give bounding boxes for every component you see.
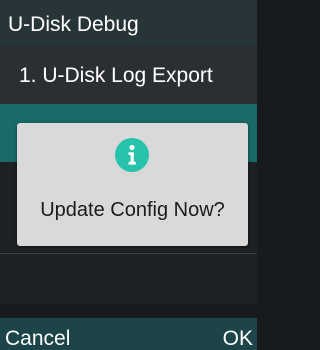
- info-icon: [115, 138, 149, 172]
- ok-button[interactable]: OK: [223, 327, 253, 350]
- confirm-dialog: Update Config Now?: [17, 123, 248, 246]
- softkey-bar: Cancel OK: [0, 318, 257, 350]
- title-bar: U-Disk Debug: [0, 0, 257, 46]
- menu-item-u-disk-log-export[interactable]: 1. U-Disk Log Export: [0, 46, 257, 104]
- menu-item-label: 1. U-Disk Log Export: [19, 64, 213, 87]
- divider: [0, 253, 257, 254]
- cancel-button[interactable]: Cancel: [5, 327, 70, 350]
- dialog-message: Update Config Now?: [40, 199, 225, 221]
- phone-screen: U-Disk Debug 1. U-Disk Log Export Update…: [0, 0, 257, 350]
- screen-title: U-Disk Debug: [8, 13, 139, 36]
